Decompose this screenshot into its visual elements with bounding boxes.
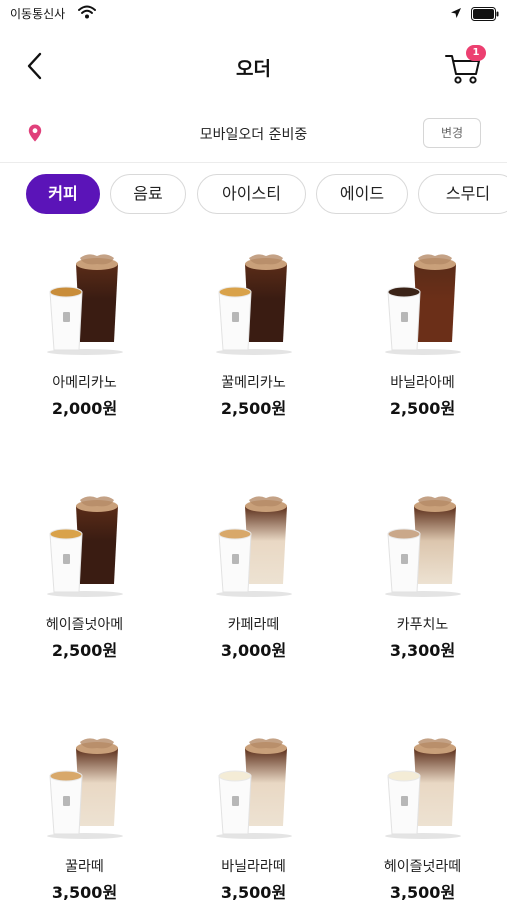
product-image — [378, 730, 468, 840]
product-price: 2,000원 — [51, 399, 118, 418]
product-name: 바닐라라떼 — [221, 859, 286, 875]
product-card[interactable]: 헤이즐넛라떼 3,500원 — [338, 714, 507, 900]
coffee-cups-image — [216, 496, 292, 597]
product-price: 3,500원 — [389, 883, 456, 900]
product-name: 아메리카노 — [52, 375, 117, 391]
product-image — [209, 488, 299, 598]
cart-count-badge: 1 — [466, 45, 486, 61]
product-image — [40, 488, 130, 598]
coffee-cups-image — [47, 254, 123, 355]
product-price: 2,500원 — [51, 641, 118, 660]
divider — [0, 162, 507, 163]
store-bar: 모바일오더 준비중 변경 — [0, 114, 507, 154]
tab-ade[interactable]: 에이드 — [316, 174, 408, 214]
product-card[interactable]: 꿀메리카노 2,500원 — [169, 230, 338, 460]
coffee-cups-image — [385, 738, 461, 839]
product-image — [209, 246, 299, 356]
location-arrow-icon — [451, 8, 461, 18]
product-name: 꿀메리카노 — [221, 375, 286, 391]
product-price: 3,000원 — [220, 641, 287, 660]
product-card[interactable]: 바닐라라떼 3,500원 — [169, 714, 338, 900]
product-card[interactable]: 아메리카노 2,000원 — [0, 230, 169, 460]
product-card[interactable]: 카푸치노 3,300원 — [338, 472, 507, 702]
product-name: 헤이즐넛아메 — [45, 617, 124, 633]
tab-coffee[interactable]: 커피 — [26, 174, 100, 214]
page-title: 오더 — [236, 58, 271, 80]
product-name: 바닐라아메 — [390, 375, 455, 391]
tab-iced-tea[interactable]: 아이스티 — [197, 174, 306, 214]
tab-drinks[interactable]: 음료 — [110, 174, 186, 214]
product-card[interactable]: 꿀라떼 3,500원 — [0, 714, 169, 900]
coffee-cups-image — [385, 254, 461, 355]
product-name: 꿀라떼 — [65, 859, 104, 875]
carrier-name: 이동통신사 — [10, 7, 66, 21]
product-image — [40, 246, 130, 356]
product-name: 카페라떼 — [227, 617, 280, 633]
product-card[interactable]: 카페라떼 3,000원 — [169, 472, 338, 702]
coffee-cups-image — [216, 738, 292, 839]
coffee-cups-image — [385, 496, 461, 597]
product-price: 3,300원 — [389, 641, 456, 660]
product-price: 3,500원 — [220, 883, 287, 900]
battery-icon — [471, 7, 499, 21]
coffee-cups-image — [47, 496, 123, 597]
product-image — [378, 488, 468, 598]
product-price: 2,500원 — [220, 399, 287, 418]
product-card[interactable]: 바닐라아메 2,500원 — [338, 230, 507, 460]
product-image — [209, 730, 299, 840]
product-grid: 아메리카노 2,000원 꿀메리카노 2,500원 바닐라아메 2,500원 헤… — [0, 230, 507, 900]
product-image — [40, 730, 130, 840]
header: 오더 1 — [0, 40, 507, 96]
status-bar: 이동통신사 — [0, 0, 507, 30]
tab-smoothie[interactable]: 스무디 — [418, 174, 507, 214]
product-card[interactable]: 헤이즐넛아메 2,500원 — [0, 472, 169, 702]
category-tabs: 커피 음료 아이스티 에이드 스무디 — [0, 174, 507, 214]
product-image — [378, 246, 468, 356]
product-name: 헤이즐넛라떼 — [383, 859, 462, 875]
product-price: 2,500원 — [389, 399, 456, 418]
change-store-button[interactable]: 변경 — [423, 118, 481, 148]
coffee-cups-image — [216, 254, 292, 355]
coffee-cups-image — [47, 738, 123, 839]
wifi-icon — [78, 5, 96, 19]
product-name: 카푸치노 — [396, 617, 449, 633]
product-price: 3,500원 — [51, 883, 118, 900]
